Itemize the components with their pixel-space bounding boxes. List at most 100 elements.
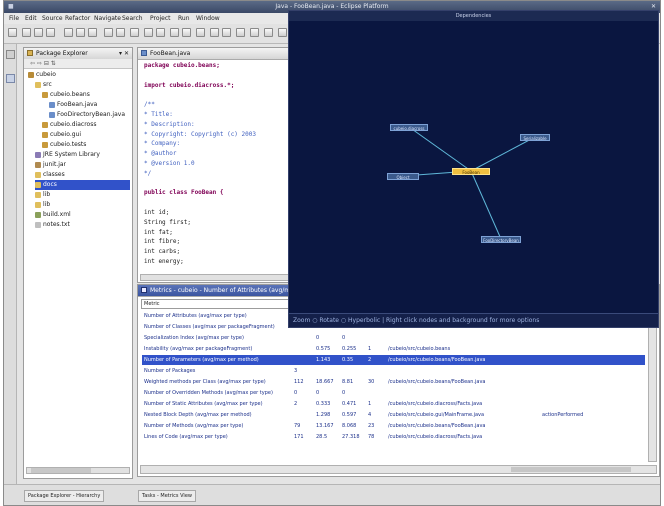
metrics-row[interactable]: Lines of Code (avg/max per type) 171 28.5 2… xyxy=(142,432,645,442)
metrics-cell-metric: Number of Packages xyxy=(144,368,196,374)
metrics-row[interactable]: Instability (avg/max per packageFragment… xyxy=(142,344,645,354)
collapse-all-icon[interactable]: ⇦ ⇨ ⊟ ⇅ xyxy=(30,59,56,68)
nav-forward-icon[interactable] xyxy=(264,28,273,37)
forward-icon[interactable] xyxy=(170,28,179,37)
toggle-mark-icon[interactable] xyxy=(222,28,231,37)
menu-item[interactable]: Source xyxy=(42,13,63,24)
metrics-cell-mean: 0.575 xyxy=(316,346,331,352)
tree-item[interactable]: JRE System Library xyxy=(35,150,100,160)
tree-item[interactable]: cubeio.gui xyxy=(42,130,81,140)
code-line: * Title: xyxy=(144,111,173,118)
graph-node[interactable]: cubeio.diacross xyxy=(390,123,428,131)
new-package-icon[interactable] xyxy=(116,28,125,37)
tree-item[interactable]: build.xml xyxy=(35,210,71,220)
menu-item[interactable]: Run xyxy=(178,13,190,24)
tree-item-label: notes.txt xyxy=(43,221,70,228)
tree-item[interactable]: cubeio.tests xyxy=(42,140,86,150)
status-right[interactable]: Tasks - Metrics View xyxy=(138,490,196,502)
save-icon[interactable] xyxy=(22,28,31,37)
tree-item[interactable]: FooDirectoryBean.java xyxy=(49,110,125,120)
metrics-row[interactable]: Number of Methods (avg/max per type) 79 13… xyxy=(142,421,645,431)
open-type-icon[interactable] xyxy=(130,28,139,37)
scrollbar-thumb[interactable] xyxy=(31,468,91,473)
tree-item[interactable]: classes xyxy=(35,170,65,180)
tree-item[interactable]: lib xyxy=(35,190,50,200)
menu-item[interactable]: Search xyxy=(122,13,143,24)
metrics-cell-resource: /cubeio/src/cubeio.gui/MainFrame.java xyxy=(388,412,485,418)
metrics-cell-max: 4 xyxy=(368,412,372,418)
metrics-cell-dev: 0 xyxy=(342,390,346,396)
tree-item[interactable]: notes.txt xyxy=(35,220,70,230)
metrics-row[interactable]: Nested Block Depth (avg/max per method) 1… xyxy=(142,410,645,420)
graph-node[interactable]: Serializable xyxy=(520,133,550,141)
editor-panel: FooBean.java package cubeio.beans; import… xyxy=(137,47,294,283)
external-tools-icon[interactable] xyxy=(88,28,97,37)
last-edit-icon[interactable] xyxy=(210,28,219,37)
perspective-icon[interactable] xyxy=(6,50,15,59)
nav-back-icon[interactable] xyxy=(250,28,259,37)
menu-item[interactable]: Edit xyxy=(25,13,37,24)
editor-scrollbar[interactable] xyxy=(140,274,291,281)
tree-item[interactable]: junit.jar xyxy=(35,160,66,170)
status-left[interactable]: Package Explorer - Hierarchy xyxy=(24,490,105,502)
metrics-row[interactable]: Specialization Index (avg/max per type) 0… xyxy=(142,333,645,343)
metrics-row[interactable]: Number of Parameters (avg/max per method… xyxy=(142,355,645,365)
package-explorer-tab[interactable]: Package Explorer xyxy=(36,48,88,59)
back-icon[interactable] xyxy=(156,28,165,37)
metrics-cell-total: 0 xyxy=(294,390,298,396)
java-perspective-icon[interactable] xyxy=(6,74,15,83)
metrics-row[interactable]: Number of Packages 3 xyxy=(142,366,645,376)
search-icon[interactable] xyxy=(144,28,153,37)
metrics-row[interactable]: Number of Static Attributes (avg/max per… xyxy=(142,399,645,409)
graph-node[interactable]: FooDirectoryBean xyxy=(481,235,521,243)
perspective-icon[interactable] xyxy=(278,28,287,37)
metrics-cell-metric: Weighted methods per Class (avg/max per … xyxy=(144,379,266,385)
editor-header: FooBean.java xyxy=(138,48,293,60)
code-line: * Company: xyxy=(144,140,181,148)
tree-item[interactable]: FooBean.java xyxy=(49,100,97,110)
new-class-icon[interactable] xyxy=(104,28,113,37)
tree-item[interactable]: src xyxy=(35,80,52,90)
package-icon xyxy=(42,131,48,138)
tree-item[interactable]: docs xyxy=(35,180,130,190)
menu-item[interactable]: Project xyxy=(150,13,171,24)
package-explorer-panel: Package Explorer ▾ ✕ ⇦ ⇨ ⊟ ⇅ cubeio src cu… xyxy=(23,47,133,479)
menu-item[interactable]: File xyxy=(9,13,19,24)
menu-item[interactable]: Navigate xyxy=(94,13,121,24)
editor-tab[interactable]: FooBean.java xyxy=(150,48,190,59)
debug-icon[interactable] xyxy=(64,28,73,37)
java-file-icon xyxy=(49,111,55,118)
print-icon[interactable] xyxy=(34,28,43,37)
tree-item-label: cubeio.gui xyxy=(50,131,82,138)
pin-icon[interactable] xyxy=(236,28,245,37)
prev-annotation-icon[interactable] xyxy=(196,28,205,37)
metrics-row[interactable]: Weighted methods per Class (avg/max per … xyxy=(142,377,645,387)
menu-item[interactable]: Window xyxy=(196,13,220,24)
tree-item[interactable]: cubeio xyxy=(28,70,56,80)
graph-center-node[interactable]: FooBean xyxy=(452,167,490,175)
metrics-cell-mean: 13.167 xyxy=(316,423,334,429)
graph-node[interactable]: Object xyxy=(387,172,419,180)
run-icon[interactable] xyxy=(76,28,85,37)
tree-item-label: build.xml xyxy=(43,211,71,218)
metrics-cell-metric: Nested Block Depth (avg/max per method) xyxy=(144,412,252,418)
horizontal-scrollbar[interactable] xyxy=(26,467,130,474)
package-icon xyxy=(42,141,48,148)
menu-item[interactable]: Refactor xyxy=(65,13,90,24)
tree-item[interactable]: cubeio.beans xyxy=(42,90,90,100)
build-icon[interactable] xyxy=(46,28,55,37)
new-icon[interactable] xyxy=(8,28,17,37)
metrics-row[interactable]: Number of Overridden Methods (avg/max pe… xyxy=(142,388,645,398)
tree-item[interactable]: cubeio.diacross xyxy=(42,120,96,130)
metrics-horizontal-scrollbar[interactable] xyxy=(140,465,657,474)
metrics-scrollbar-thumb[interactable] xyxy=(511,467,631,472)
metrics-vertical-scrollbar[interactable] xyxy=(648,311,657,462)
tree-item-label: cubeio xyxy=(36,71,56,78)
code-line: * @version 1.0 xyxy=(144,160,195,167)
next-annotation-icon[interactable] xyxy=(182,28,191,37)
metric-column-header[interactable]: Metric xyxy=(141,299,291,309)
library-icon xyxy=(35,151,41,158)
tree-item[interactable]: lib xyxy=(35,200,50,210)
view-menu-icon[interactable]: ▾ ✕ xyxy=(119,48,129,59)
code-area[interactable]: package cubeio.beans; import cubeio.diacr… xyxy=(138,61,293,273)
